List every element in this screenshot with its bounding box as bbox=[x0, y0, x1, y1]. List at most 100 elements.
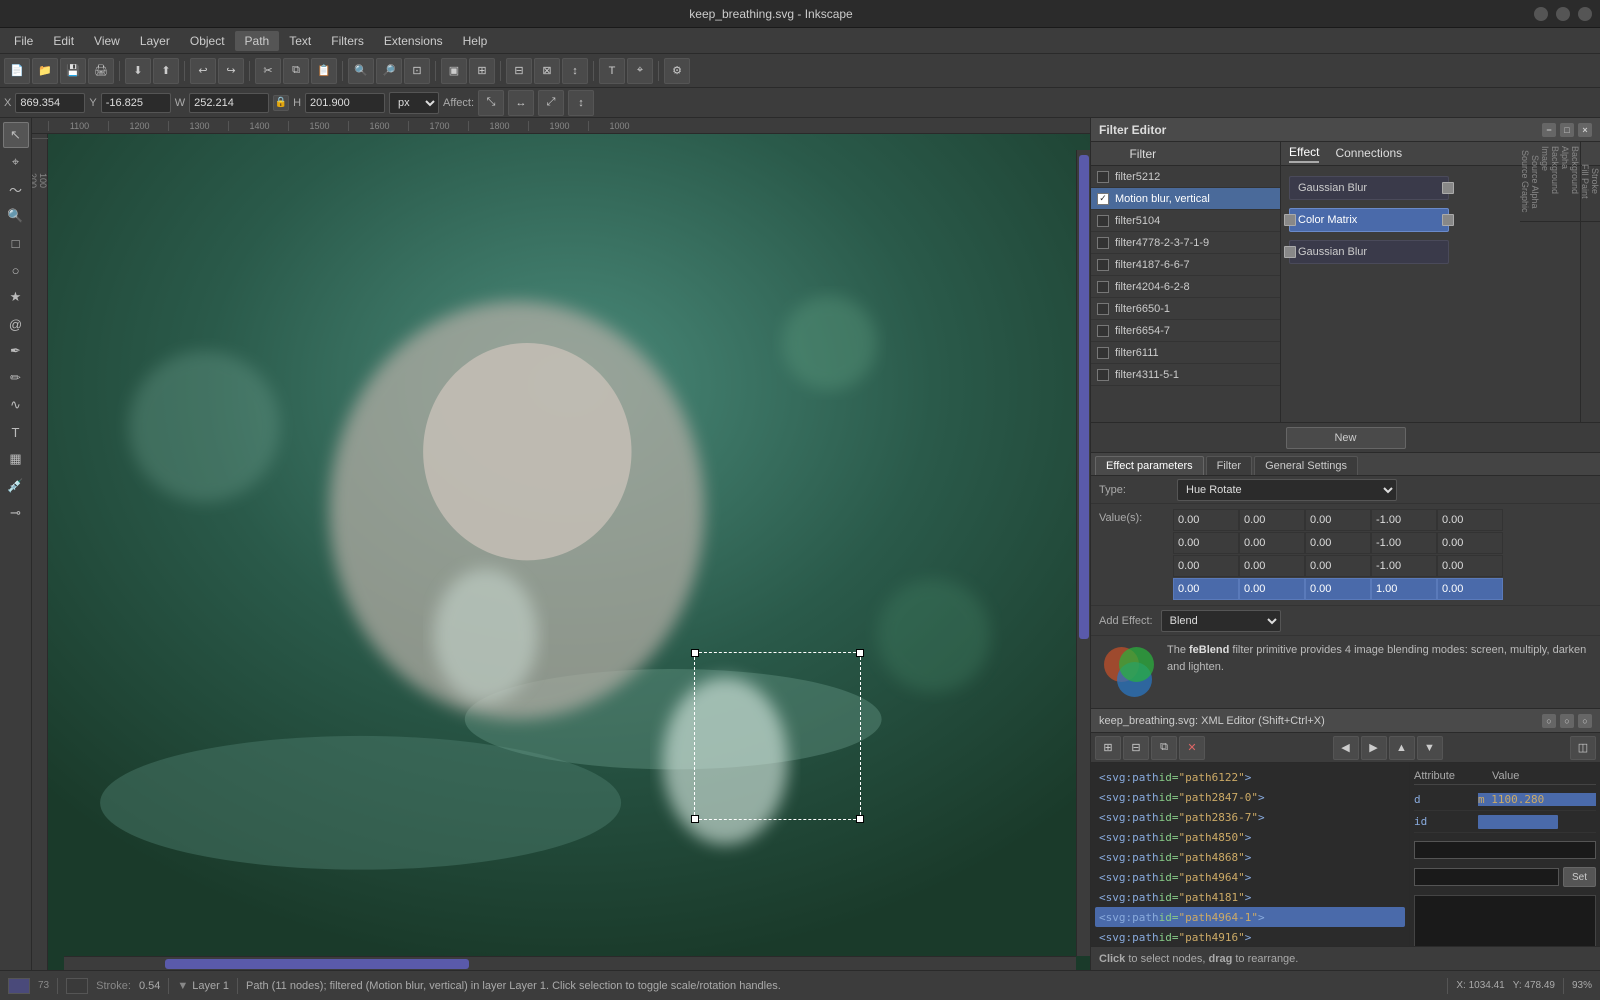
unit-select[interactable]: px mm cm bbox=[389, 92, 439, 114]
menu-layer[interactable]: Layer bbox=[130, 31, 180, 51]
xml-minimize[interactable]: ○ bbox=[1542, 714, 1556, 728]
preferences-button[interactable]: ⚙ bbox=[664, 58, 690, 84]
node-connector-out2[interactable] bbox=[1442, 214, 1454, 226]
filter-item-5104[interactable]: filter5104 bbox=[1091, 210, 1280, 232]
panel-minimize[interactable]: − bbox=[1542, 123, 1556, 137]
save-button[interactable]: 💾 bbox=[60, 58, 86, 84]
paste-button[interactable]: 📋 bbox=[311, 58, 337, 84]
filter-check-5104[interactable] bbox=[1097, 215, 1109, 227]
text-tool-tb[interactable]: T bbox=[599, 58, 625, 84]
zoom-out-button[interactable]: 🔎 bbox=[376, 58, 402, 84]
menu-object[interactable]: Object bbox=[180, 31, 235, 51]
ellipse-tool[interactable]: ○ bbox=[3, 257, 29, 283]
filter-item-4204[interactable]: filter4204-6-2-8 bbox=[1091, 276, 1280, 298]
x-input[interactable] bbox=[15, 93, 85, 113]
spiral-tool[interactable]: @ bbox=[3, 311, 29, 337]
zoom-in-button[interactable]: 🔍 bbox=[348, 58, 374, 84]
menu-text[interactable]: Text bbox=[279, 31, 321, 51]
attr-d-value[interactable]: m 1100.280 bbox=[1478, 793, 1596, 806]
add-effect-select[interactable]: Blend Color Matrix Gaussian Blur Morphol… bbox=[1161, 610, 1281, 632]
node-edit-tb[interactable]: ⌖ bbox=[627, 58, 653, 84]
attr-row-d[interactable]: d m 1100.280 bbox=[1414, 789, 1596, 811]
filter-item-5212[interactable]: filter5212 bbox=[1091, 166, 1280, 188]
select-tool[interactable]: ↖ bbox=[3, 122, 29, 148]
xml-item-path2836[interactable]: <svg:path id="path2836-7"> bbox=[1095, 807, 1405, 827]
xml-item-path4850[interactable]: <svg:path id="path4850"> bbox=[1095, 827, 1405, 847]
ungroup-button[interactable]: ⊞ bbox=[469, 58, 495, 84]
horizontal-scrollbar[interactable] bbox=[64, 956, 1076, 970]
gradient-tool[interactable]: ▦ bbox=[3, 446, 29, 472]
filter-check-6111[interactable] bbox=[1097, 347, 1109, 359]
vscroll-thumb[interactable] bbox=[1079, 155, 1089, 639]
menu-view[interactable]: View bbox=[84, 31, 130, 51]
attr-row-id[interactable]: id bbox=[1414, 811, 1596, 833]
filter-check-6650[interactable] bbox=[1097, 303, 1109, 315]
align-button[interactable]: ⊟ bbox=[506, 58, 532, 84]
minimize-button[interactable]: ─ bbox=[1534, 7, 1548, 21]
star-tool[interactable]: ★ bbox=[3, 284, 29, 310]
filter-item-4311[interactable]: filter4311-5-1 bbox=[1091, 364, 1280, 386]
filter-item-motion-blur[interactable]: ✓ Motion blur, vertical bbox=[1091, 188, 1280, 210]
effect-node-gaussianblur1[interactable]: Gaussian Blur bbox=[1289, 176, 1449, 200]
type-select[interactable]: Hue Rotate Saturate Luminance To Alpha M… bbox=[1177, 479, 1397, 501]
xml-new-text[interactable]: ⊟ bbox=[1123, 736, 1149, 760]
xml-delete[interactable]: ✕ bbox=[1179, 736, 1205, 760]
zoom-fit-button[interactable]: ⊡ bbox=[404, 58, 430, 84]
xml-item-path4181[interactable]: <svg:path id="path4181"> bbox=[1095, 887, 1405, 907]
node-connector-in2[interactable] bbox=[1284, 214, 1296, 226]
matrix-row-3[interactable]: 0.00 0.00 0.00 1.00 0.00 bbox=[1173, 578, 1503, 600]
affect-btn1[interactable]: ⤡ bbox=[478, 90, 504, 116]
rect-tool[interactable]: □ bbox=[3, 230, 29, 256]
distribute-button[interactable]: ⊠ bbox=[534, 58, 560, 84]
xml-next[interactable]: ▶ bbox=[1361, 736, 1387, 760]
undo-button[interactable]: ↩ bbox=[190, 58, 216, 84]
filter-check-4187[interactable] bbox=[1097, 259, 1109, 271]
attr-id-value-bg[interactable] bbox=[1478, 815, 1558, 829]
menu-file[interactable]: File bbox=[4, 31, 43, 51]
xml-new-element[interactable]: ⊞ bbox=[1095, 736, 1121, 760]
connections-tab[interactable]: Connections bbox=[1335, 146, 1402, 162]
w-input[interactable] bbox=[189, 93, 269, 113]
panel-close[interactable]: × bbox=[1578, 123, 1592, 137]
menu-filters[interactable]: Filters bbox=[321, 31, 374, 51]
filter-check-4204[interactable] bbox=[1097, 281, 1109, 293]
effect-tab[interactable]: Effect bbox=[1289, 145, 1319, 163]
new-filter-button[interactable]: New bbox=[1286, 427, 1406, 449]
new-doc-button[interactable]: 📄 bbox=[4, 58, 30, 84]
connector-tool[interactable]: ⊸ bbox=[3, 500, 29, 526]
group-button[interactable]: ▣ bbox=[441, 58, 467, 84]
attr-name-input[interactable] bbox=[1414, 841, 1596, 859]
hscroll-thumb[interactable] bbox=[165, 959, 469, 969]
filter-check-6654[interactable] bbox=[1097, 325, 1109, 337]
xml-item-path4868[interactable]: <svg:path id="path4868"> bbox=[1095, 847, 1405, 867]
xml-down[interactable]: ▼ bbox=[1417, 736, 1443, 760]
h-input[interactable] bbox=[305, 93, 385, 113]
close-button[interactable]: ✕ bbox=[1578, 7, 1592, 21]
zoom-tool[interactable]: 🔍 bbox=[3, 203, 29, 229]
calligraphy-tool[interactable]: ∿ bbox=[3, 392, 29, 418]
filter-item-6111[interactable]: filter6111 bbox=[1091, 342, 1280, 364]
export-button[interactable]: ⬆ bbox=[153, 58, 179, 84]
attr-value-input[interactable] bbox=[1414, 868, 1559, 886]
pencil-tool[interactable]: ✏ bbox=[3, 365, 29, 391]
filter-check-motion[interactable]: ✓ bbox=[1097, 193, 1109, 205]
filter-item-6654[interactable]: filter6654-7 bbox=[1091, 320, 1280, 342]
pen-tool[interactable]: ✒ bbox=[3, 338, 29, 364]
y-input[interactable] bbox=[101, 93, 171, 113]
redo-button[interactable]: ↪ bbox=[218, 58, 244, 84]
xml-item-path4964[interactable]: <svg:path id="path4964"> bbox=[1095, 867, 1405, 887]
effect-node-colormatrix[interactable]: Color Matrix bbox=[1289, 208, 1449, 232]
effect-params-tab[interactable]: Effect parameters bbox=[1095, 456, 1204, 475]
xml-tree[interactable]: <svg:path id="path6122"> <svg:path id="p… bbox=[1091, 763, 1410, 946]
affect-btn4[interactable]: ↕ bbox=[568, 90, 594, 116]
filter-check-5212[interactable] bbox=[1097, 171, 1109, 183]
stroke-color-box[interactable] bbox=[66, 978, 88, 994]
canvas-viewport[interactable] bbox=[48, 134, 1090, 970]
maximize-button[interactable]: □ bbox=[1556, 7, 1570, 21]
filter-tab[interactable]: Filter bbox=[1206, 456, 1252, 475]
menu-edit[interactable]: Edit bbox=[43, 31, 84, 51]
general-settings-tab[interactable]: General Settings bbox=[1254, 456, 1358, 475]
node-connector-out1[interactable] bbox=[1442, 182, 1454, 194]
cut-button[interactable]: ✂ bbox=[255, 58, 281, 84]
print-button[interactable]: 🖨 bbox=[88, 58, 114, 84]
